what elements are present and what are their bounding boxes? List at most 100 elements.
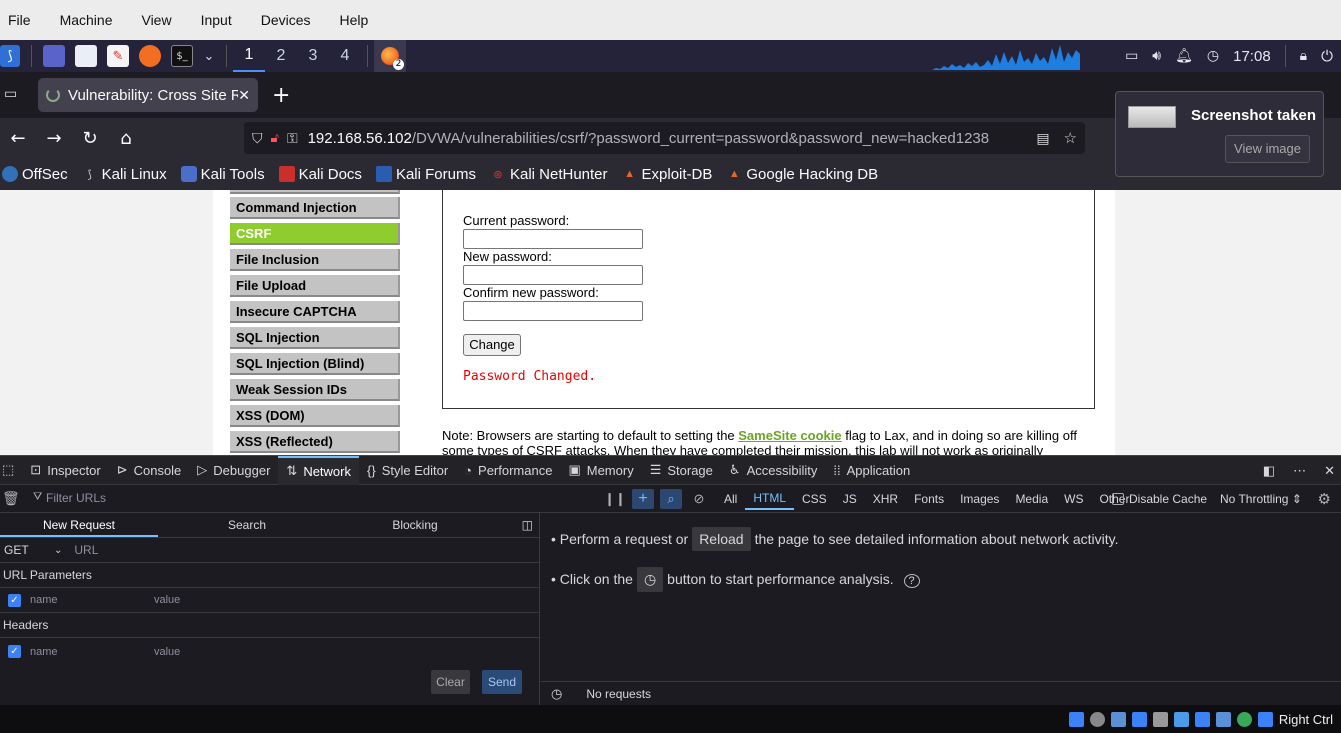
param-name-input[interactable]: name <box>30 594 154 606</box>
settings-gear-icon[interactable]: ⚙ <box>1318 490 1331 508</box>
pause-icon[interactable]: ❙❙ <box>604 489 626 509</box>
workspace-3[interactable]: 3 <box>297 40 329 72</box>
stopwatch-button[interactable]: ◷ <box>636 567 664 592</box>
star-icon[interactable]: ☆ <box>1064 129 1077 147</box>
show-desktop-icon[interactable] <box>43 45 65 67</box>
element-picker-icon[interactable]: ⬚ <box>0 456 22 485</box>
screenshot-thumbnail[interactable] <box>1128 106 1176 128</box>
menu-item-csrf[interactable]: CSRF <box>230 223 400 245</box>
current-password-input[interactable] <box>463 229 643 249</box>
firefox-icon[interactable] <box>139 45 161 67</box>
type-ws[interactable]: WS <box>1056 490 1091 509</box>
change-button[interactable]: Change <box>463 334 521 356</box>
tab-inspector[interactable]: ⊡ Inspector <box>22 456 108 485</box>
terminal-icon[interactable]: $_ <box>171 45 193 67</box>
workspace-4[interactable]: 4 <box>329 40 361 72</box>
param-value-input[interactable]: value <box>154 594 180 606</box>
cpu-icon[interactable] <box>1236 711 1252 727</box>
forward-button[interactable]: → <box>36 122 72 154</box>
mouse-integration-icon[interactable] <box>1257 711 1273 727</box>
tab-memory[interactable]: ▣ Memory <box>560 456 641 485</box>
tab-accessibility[interactable]: ♿︎ Accessibility <box>721 456 825 485</box>
clock[interactable]: 17:08 <box>1233 48 1271 65</box>
menu-input[interactable]: Input <box>193 12 239 28</box>
bookmark-kali-tools[interactable]: Kali Tools <box>180 166 265 183</box>
filter-urls-input[interactable]: Filter URLs <box>46 491 106 505</box>
menu-help[interactable]: Help <box>332 12 376 28</box>
checkbox[interactable] <box>1112 493 1124 505</box>
param-checkbox[interactable]: ✓ <box>8 593 21 607</box>
audio-icon[interactable] <box>1110 711 1126 727</box>
close-icon[interactable]: ✕ <box>238 87 250 104</box>
trash-icon[interactable]: 🗑︎ <box>2 490 20 507</box>
new-password-input[interactable] <box>463 265 643 285</box>
menu-view[interactable]: View <box>133 12 178 28</box>
menu-item-command-injection[interactable]: Command Injection <box>230 197 400 219</box>
menu-item-weak-session-ids[interactable]: Weak Session IDs <box>230 379 400 401</box>
stopwatch-icon[interactable]: ◷ <box>551 686 562 702</box>
type-xhr[interactable]: XHR <box>865 490 906 509</box>
menu-item-sql-injection-blind[interactable]: SQL Injection (Blind) <box>230 353 400 375</box>
chevron-down-icon[interactable]: ⌄ <box>203 45 215 67</box>
tab-debugger[interactable]: ▷ Debugger <box>189 456 278 485</box>
volume-icon[interactable]: 🔊︎ <box>1152 48 1161 64</box>
url-bar[interactable]: ⛉ 🔓︎ ⚿ 192.168.56.102/DVWA/vulnerabiliti… <box>244 122 1085 154</box>
send-button[interactable]: Send <box>482 670 522 694</box>
key-icon[interactable]: ⚿ <box>287 130 298 147</box>
header-checkbox[interactable]: ✓ <box>8 645 21 658</box>
menu-item-file-inclusion[interactable]: File Inclusion <box>230 249 400 271</box>
url-text[interactable]: 192.168.56.102/DVWA/vulnerabilities/csrf… <box>308 130 1029 147</box>
bookmark-kali-forums[interactable]: Kali Forums <box>375 166 476 183</box>
network-adapter-icon[interactable] <box>1131 711 1147 727</box>
tab-console[interactable]: ⊳ Console <box>109 456 190 485</box>
clear-button[interactable]: Clear <box>431 670 470 694</box>
display-icon[interactable] <box>1194 711 1210 727</box>
tab-blocking[interactable]: Blocking <box>336 513 494 537</box>
view-image-button[interactable]: View image <box>1225 135 1310 163</box>
menu-item-xss-reflected[interactable]: XSS (Reflected) <box>230 431 400 453</box>
request-url-input[interactable]: URL <box>74 543 98 557</box>
header-value-input[interactable]: value <box>154 646 180 658</box>
method-select[interactable]: GET <box>4 543 54 557</box>
back-button[interactable]: ← <box>0 122 36 154</box>
optical-drive-icon[interactable] <box>1089 711 1105 727</box>
menu-file[interactable]: File <box>0 12 38 28</box>
power-icon[interactable]: ⏻ <box>1321 47 1333 65</box>
workspace-2[interactable]: 2 <box>265 40 297 72</box>
tab-csrf[interactable]: Vulnerability: Cross Site R ✕ <box>38 78 258 112</box>
taskbar-firefox[interactable]: 2 <box>374 40 406 72</box>
lock-icon[interactable]: 🔒︎ <box>1300 48 1307 64</box>
tab-storage[interactable]: ☰ Storage <box>642 456 721 485</box>
header-name-input[interactable]: name <box>30 646 154 658</box>
bookmark-kali-docs[interactable]: Kali Docs <box>278 166 362 183</box>
file-manager-icon[interactable] <box>75 45 97 67</box>
menu-item-file-upload[interactable]: File Upload <box>230 275 400 297</box>
bell-icon[interactable]: 🔔︎ <box>1175 48 1193 64</box>
shield-icon[interactable]: ⛉ <box>252 130 263 147</box>
bookmark-kali-nethunter[interactable]: ⊛ Kali NetHunter <box>490 166 607 183</box>
type-html[interactable]: HTML <box>745 489 795 510</box>
search-icon[interactable]: ⌕ <box>660 489 682 509</box>
help-icon[interactable]: ? <box>903 574 920 588</box>
insecure-lock-icon[interactable]: 🔓︎ <box>271 130 279 146</box>
more-options-icon[interactable]: ⋯ <box>1293 463 1306 479</box>
new-tab-button[interactable]: + <box>272 83 290 108</box>
reload-button[interactable]: ↻ <box>72 122 108 154</box>
bookmark-google-hacking-db[interactable]: ▲ Google Hacking DB <box>726 166 878 183</box>
menu-machine[interactable]: Machine <box>52 12 120 28</box>
home-button[interactable]: ⌂ <box>108 122 144 154</box>
tab-new-request[interactable]: New Request <box>0 513 158 537</box>
type-fonts[interactable]: Fonts <box>906 490 952 509</box>
chevron-down-icon[interactable]: ⌄ <box>54 545 62 556</box>
confirm-password-input[interactable] <box>463 301 643 321</box>
block-icon[interactable]: ⊘ <box>688 489 710 509</box>
add-request-icon[interactable]: + <box>632 489 654 509</box>
menu-item-sql-injection[interactable]: SQL Injection <box>230 327 400 349</box>
type-images[interactable]: Images <box>952 490 1007 509</box>
dock-side-icon[interactable]: ◧ <box>1263 463 1275 479</box>
tab-network[interactable]: ⇅ Network <box>278 455 359 485</box>
tab-search[interactable]: Search <box>168 513 326 537</box>
shared-folder-icon[interactable] <box>1173 711 1189 727</box>
type-media[interactable]: Media <box>1007 490 1056 509</box>
tab-style-editor[interactable]: {} Style Editor <box>359 456 456 485</box>
